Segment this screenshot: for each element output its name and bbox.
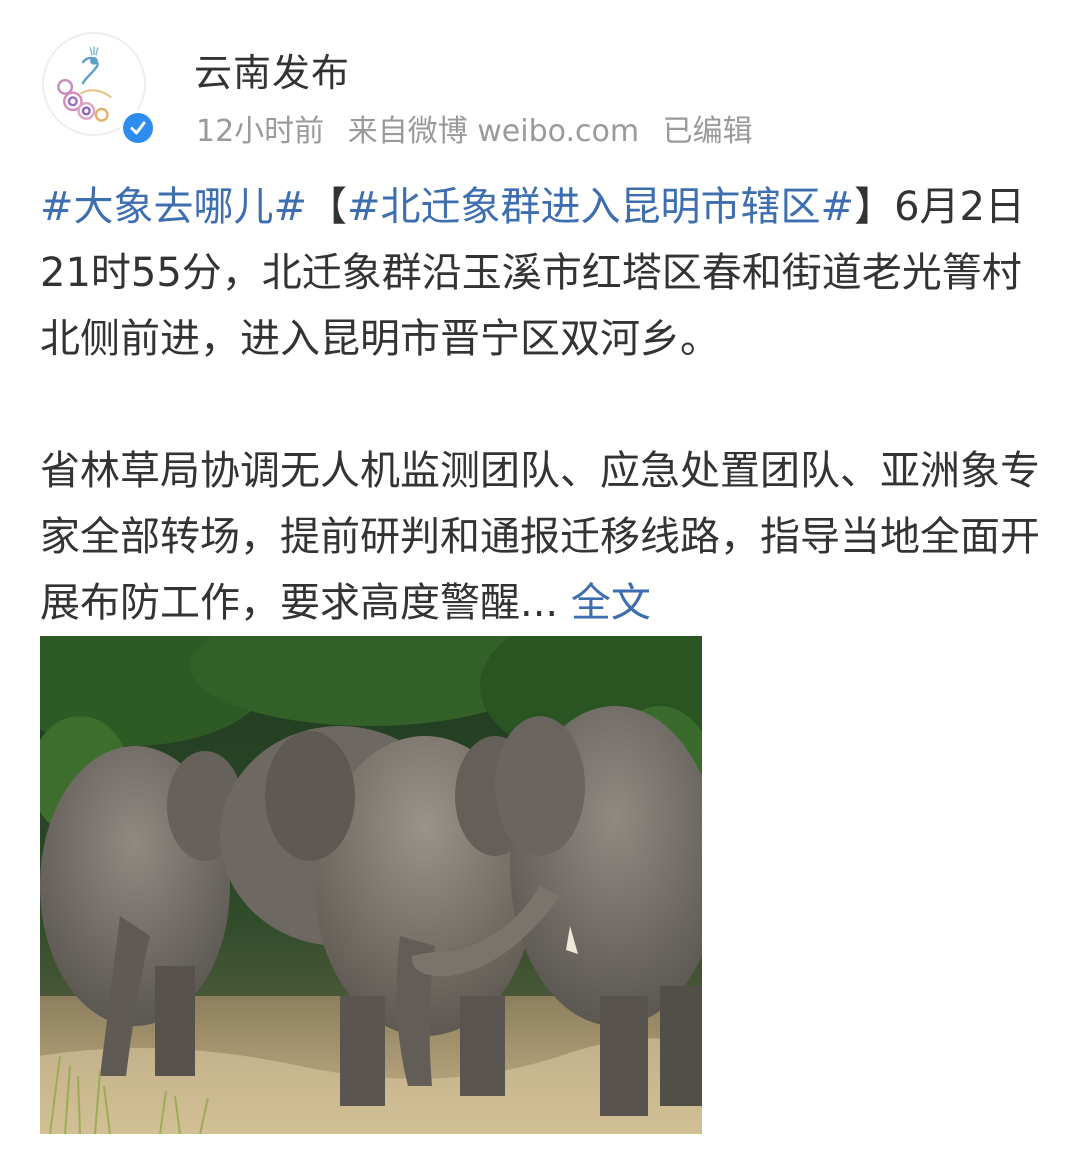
post-paragraph-1: #大象去哪儿#【#北迁象群进入昆明市辖区#】6月2日21时55分，北迁象群沿玉溪… xyxy=(40,174,1040,372)
post-meta: 12小时前 来自微博 weibo.com 已编辑 xyxy=(196,106,767,150)
paragraph-2-text: 省林草局协调无人机监测团队、应急处置团队、亚洲象专家全部转场，提前研判和通报迁移… xyxy=(40,448,1040,626)
avatar-container[interactable] xyxy=(40,28,156,146)
verified-badge-icon xyxy=(130,121,146,135)
post-source[interactable]: 来自微博 weibo.com xyxy=(348,114,639,149)
account-name[interactable]: 云南发布 xyxy=(194,42,350,97)
bracket-open: 【 xyxy=(307,184,348,230)
edited-label[interactable]: 已编辑 xyxy=(663,114,753,149)
post-body: #大象去哪儿#【#北迁象群进入昆明市辖区#】6月2日21时55分，北迁象群沿玉溪… xyxy=(40,174,1040,636)
topic-link[interactable]: #北迁象群进入昆明市辖区# xyxy=(347,184,854,230)
weibo-post: 云南发布 12小时前 来自微博 weibo.com 已编辑 #大象去哪儿#【#北… xyxy=(0,0,1080,1160)
read-full-link[interactable]: 全文 xyxy=(571,580,651,626)
post-image[interactable] xyxy=(40,636,702,1134)
post-paragraph-2: 省林草局协调无人机监测团队、应急处置团队、亚洲象专家全部转场，提前研判和通报迁移… xyxy=(40,438,1040,636)
post-header: 云南发布 12小时前 来自微博 weibo.com 已编辑 xyxy=(40,28,1040,150)
bracket-close: 】 xyxy=(854,184,895,230)
elephant-herd-photo xyxy=(40,636,702,1134)
verified-badge xyxy=(120,110,156,146)
hashtag-link[interactable]: #大象去哪儿# xyxy=(40,184,307,230)
post-time: 12小时前 xyxy=(196,114,325,149)
